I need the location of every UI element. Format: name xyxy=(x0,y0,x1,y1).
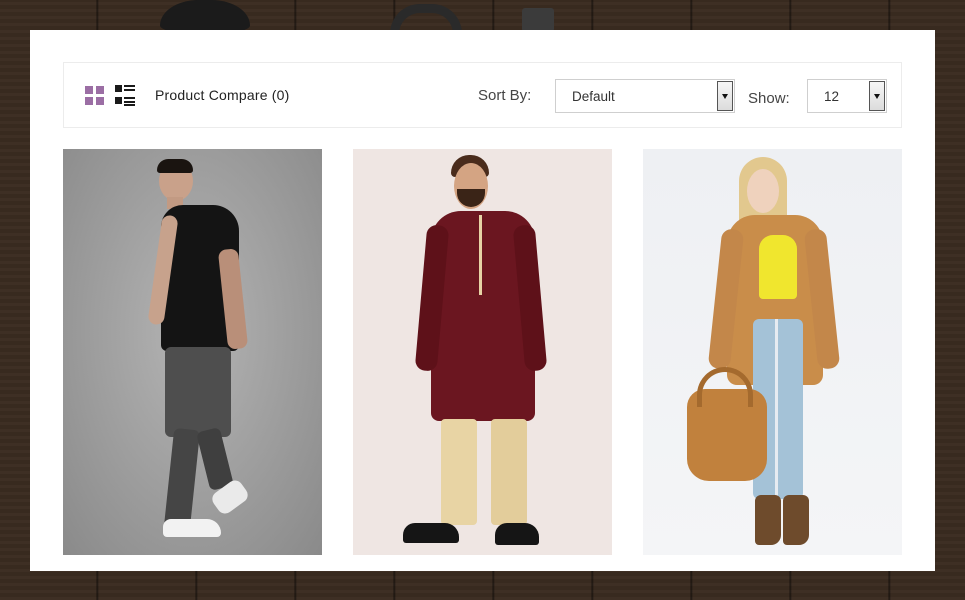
grid-view-icon[interactable] xyxy=(85,86,105,106)
list-view-icon[interactable] xyxy=(115,85,135,106)
background-hat xyxy=(160,0,250,34)
product-listing-panel: Product Compare (0) Sort By: Default Sho… xyxy=(30,30,935,571)
product-figure-woman-coat xyxy=(643,149,902,555)
product-toolbar: Product Compare (0) Sort By: Default Sho… xyxy=(63,62,902,128)
product-image-3[interactable] xyxy=(643,149,902,555)
product-figure-man-kurta xyxy=(353,149,612,555)
product-image-2[interactable] xyxy=(353,149,612,555)
show-label: Show: xyxy=(748,90,790,107)
chevron-down-icon[interactable] xyxy=(869,81,885,111)
show-count-value: 12 xyxy=(824,89,840,104)
product-image-1[interactable] xyxy=(63,149,322,555)
sort-by-label: Sort By: xyxy=(478,87,532,104)
sort-by-select[interactable]: Default xyxy=(555,79,735,113)
product-figure-man-polo xyxy=(63,149,322,555)
show-count-select[interactable]: 12 xyxy=(807,79,887,113)
product-compare-link[interactable]: Product Compare (0) xyxy=(155,87,290,103)
sort-by-value: Default xyxy=(572,89,615,104)
chevron-down-icon[interactable] xyxy=(717,81,733,111)
background-strap xyxy=(522,8,554,32)
